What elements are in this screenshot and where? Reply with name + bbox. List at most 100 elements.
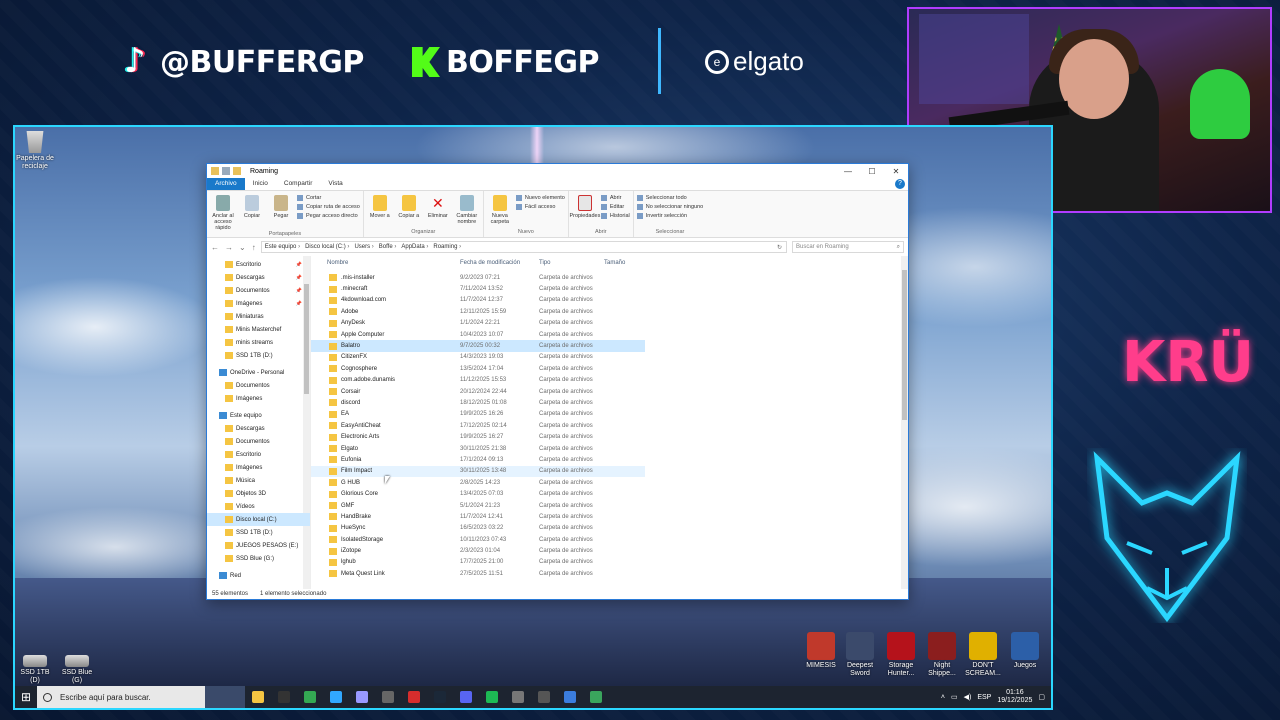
file-row[interactable]: Apple Computer 10/4/2023 10:07 Carpeta de … [311,329,645,340]
search-box[interactable]: Buscar en Roaming ⌕ [792,241,904,253]
tab-inicio[interactable]: Inicio [245,178,276,190]
copy-path-button[interactable]: Copiar ruta de acceso [297,204,360,210]
taskbar-app[interactable] [557,686,583,708]
desktop-folder-juegos[interactable]: Juegos [1005,632,1045,670]
paste-shortcut-button[interactable]: Pegar acceso directo [297,213,360,219]
file-row[interactable]: HueSync 16/5/2023 03:22 Carpeta de archivo… [311,523,645,534]
address-bar[interactable]: Este equipo Disco local (C:) Users Boffe… [260,241,787,253]
file-row[interactable]: lghub 17/7/2025 21:00 Carpeta de archivos [311,557,645,568]
nav-item[interactable]: Documentos [207,435,310,448]
file-row[interactable]: Eufonia 17/1/2024 09:13 Carpeta de archivo… [311,454,645,465]
breadcrumb-item[interactable]: Disco local (C:) [305,244,349,250]
file-row[interactable]: iZotope 2/3/2023 01:04 Carpeta de archivos [311,545,645,556]
properties-button[interactable]: Propiedades [569,193,600,229]
taskbar-app[interactable] [583,686,609,708]
file-row[interactable]: Elgato 30/11/2025 21:38 Carpeta de archivo… [311,443,645,454]
breadcrumb-item[interactable]: Roaming [433,244,461,250]
desktop-game-storage-hunter[interactable]: Storage Hunter... [881,632,921,678]
taskbar-app[interactable] [505,686,531,708]
desktop-drive-d[interactable]: SSD 1TB (D) [15,647,55,685]
nav-item[interactable]: minis streams [207,336,310,349]
new-folder-button[interactable]: Nueva carpeta [487,193,513,229]
invert-selection-button[interactable]: Invertir selección [636,213,703,219]
file-row[interactable]: Glorious Core 13/4/2025 07:03 Carpeta de a… [311,488,645,499]
clock[interactable]: 01:16 19/12/2025 [997,689,1032,705]
nav-item[interactable]: Objetos 3D [207,487,310,500]
breadcrumb-item[interactable]: Este equipo [265,244,300,250]
desktop-game-mimesis[interactable]: MIMESIS [801,632,841,670]
paste-button[interactable]: Pegar [268,193,294,231]
taskbar-app[interactable] [479,686,505,708]
tab-compartir[interactable]: Compartir [276,178,321,190]
column-size[interactable]: Tamaño [604,260,625,266]
nav-item[interactable]: Escritorio [207,448,310,461]
properties-icon[interactable] [222,167,230,175]
delete-button[interactable]: ✕ Eliminar [425,193,451,229]
file-row[interactable]: EasyAntiCheat 17/12/2025 02:14 Carpeta de … [311,420,645,431]
list-scrollbar[interactable] [901,256,908,589]
nav-item[interactable]: SSD 1TB (D:) [207,349,310,362]
taskbar-app[interactable] [349,686,375,708]
file-row[interactable]: discord 18/12/2025 01:08 Carpeta de archiv… [311,397,645,408]
file-row[interactable]: G HUB 2/8/2025 14:23 Carpeta de archivos [311,477,645,488]
taskbar-app[interactable] [323,686,349,708]
language-indicator[interactable]: ESP [977,694,991,701]
taskbar-app[interactable] [401,686,427,708]
copy-to-button[interactable]: Copiar a [396,193,422,229]
cut-button[interactable]: Cortar [297,195,360,201]
select-all-button[interactable]: Seleccionar todo [636,195,703,201]
notifications-icon[interactable]: ▢ [1038,693,1045,701]
nav-item[interactable]: SSD 1TB (D:) [207,526,310,539]
copy-button[interactable]: Copiar [239,193,265,231]
new-item-button[interactable]: Nuevo elemento [515,195,565,201]
nav-item[interactable]: Descargas 📌 [207,271,310,284]
history-button[interactable]: Historial [600,213,630,219]
up-icon[interactable]: ↑ [252,243,256,252]
new-folder-icon[interactable] [233,167,241,175]
nav-item[interactable]: Música [207,474,310,487]
maximize-button[interactable]: ☐ [860,167,884,176]
file-row[interactable]: HandBrake 11/7/2024 12:41 Carpeta de archi… [311,511,645,522]
nav-item[interactable]: Descargas [207,422,310,435]
tab-archivo[interactable]: Archivo [207,178,245,190]
open-button[interactable]: Abrir [600,195,630,201]
file-row[interactable]: IsolatedStorage 10/11/2023 07:43 Carpeta d… [311,534,645,545]
file-row[interactable]: AnyDesk 1/1/2024 22:21 Carpeta de archivos [311,318,645,329]
nav-item[interactable]: Imágenes [207,392,310,405]
rename-button[interactable]: Cambiar nombre [454,193,480,229]
taskbar-search[interactable]: Escribe aquí para buscar. [37,686,205,708]
pin-quick-access-button[interactable]: Anclar al acceso rápido [210,193,236,231]
nav-item[interactable]: JUEGOS PESAOS (E:) [207,539,310,552]
taskbar-app[interactable] [427,686,453,708]
refresh-icon[interactable]: ↻ [777,244,782,251]
nav-item[interactable]: SSD Blue (G:) [207,552,310,565]
network-icon[interactable]: ▭ [951,693,958,701]
taskbar-app[interactable] [297,686,323,708]
nav-item[interactable]: Vídeos [207,500,310,513]
taskbar-app[interactable] [531,686,557,708]
nav-item[interactable]: Escritorio 📌 [207,258,310,271]
easy-access-button[interactable]: Fácil acceso [515,204,565,210]
desktop-game-night-shipper[interactable]: Night Shippe... [922,632,962,678]
file-row[interactable]: .minecraft 7/11/2024 13:52 Carpeta de arch… [311,283,645,294]
recent-locations-icon[interactable]: ⌄ [239,243,246,252]
taskbar-app[interactable] [271,686,297,708]
recycle-bin[interactable]: Papelera de reciclaje [15,131,55,171]
forward-icon[interactable]: → [225,243,233,252]
minimize-button[interactable]: — [836,167,860,176]
file-row[interactable]: Film Impact 30/11/2025 13:48 Carpeta de ar… [311,465,645,478]
nav-item[interactable]: OneDrive - Personal [207,366,310,379]
file-row[interactable]: Cognosphere 13/5/2024 17:04 Carpeta de arc… [311,363,645,374]
file-row[interactable]: .mis-installer 9/2/2023 07:21 Carpeta de a… [311,272,645,283]
back-icon[interactable]: ← [211,243,219,252]
breadcrumb-item[interactable]: Boffe [379,244,397,250]
tab-vista[interactable]: Vista [320,178,350,190]
windows-start-icon[interactable]: ⊞ [15,686,37,708]
edit-button[interactable]: Editar [600,204,630,210]
nav-item[interactable]: Minis Masterchef [207,323,310,336]
nav-item[interactable]: Imágenes [207,461,310,474]
tray-chevron-icon[interactable]: ˄ [941,694,945,701]
file-row[interactable]: Adobe 12/11/2025 15:59 Carpeta de archivos [311,306,645,317]
file-row[interactable]: GMF 5/1/2024 21:23 Carpeta de archivos [311,500,645,511]
file-row[interactable]: Electronic Arts 19/9/2025 16:27 Carpeta de… [311,431,645,442]
